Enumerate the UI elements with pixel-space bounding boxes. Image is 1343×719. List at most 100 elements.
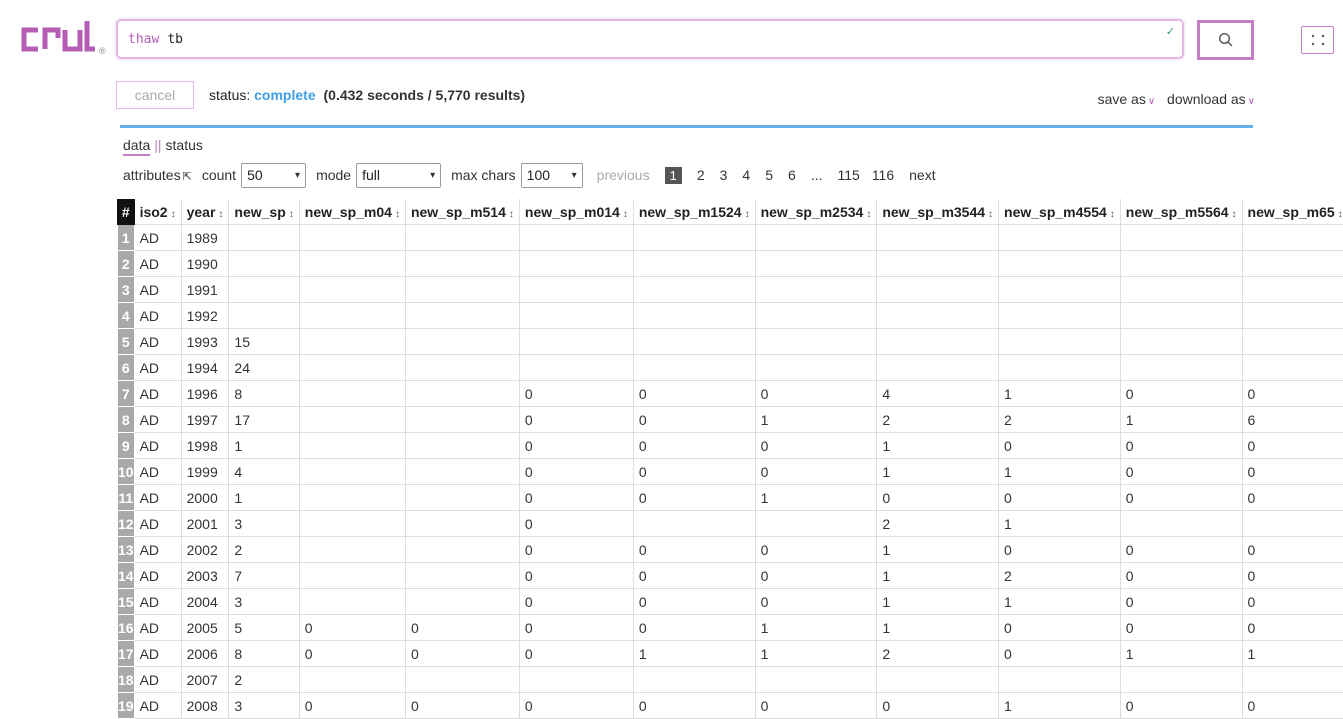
table-cell: 2004	[180, 588, 230, 615]
table-cell: 0	[754, 692, 878, 719]
column-header-new_sp_m514[interactable]: new_sp_m514 ↕	[404, 199, 520, 225]
table-cell: 0	[1241, 562, 1343, 589]
tab-data[interactable]: data	[123, 137, 151, 156]
column-header-new_sp_m5564[interactable]: new_sp_m5564 ↕	[1119, 199, 1243, 225]
sort-icon[interactable]: ↕	[1338, 209, 1343, 220]
column-header-new_sp_m4554[interactable]: new_sp_m4554 ↕	[998, 199, 1121, 225]
table-cell: 0	[632, 484, 756, 511]
table-cell	[632, 666, 756, 693]
sort-icon[interactable]: ↕	[623, 209, 628, 220]
column-header-new_sp_m1524[interactable]: new_sp_m1524 ↕	[632, 199, 756, 225]
table-cell	[1241, 250, 1343, 277]
table-cell: 1	[876, 458, 1000, 485]
download-as-label: download as	[1167, 91, 1246, 107]
column-header-new_sp_m014[interactable]: new_sp_m014 ↕	[518, 199, 634, 225]
table-cell	[518, 250, 634, 277]
table-cell: 2	[876, 640, 1000, 667]
table-cell	[632, 510, 756, 537]
table-cell	[632, 302, 756, 329]
table-cell	[404, 328, 520, 355]
page-link[interactable]: 115	[837, 167, 859, 183]
table-cell: 1	[754, 406, 878, 433]
table-cell: 1998	[180, 432, 230, 459]
column-header-new_sp_m65[interactable]: new_sp_m65 ↕	[1241, 199, 1343, 225]
sort-icon[interactable]: ↕	[289, 209, 294, 220]
page-link[interactable]: 5	[765, 167, 773, 183]
page-current[interactable]: 1	[664, 166, 682, 184]
table-controls: attributes ⇱ count 50 ▾ mode full ▾ max c…	[123, 162, 951, 188]
table-cell: 1994	[180, 354, 230, 381]
page-link[interactable]: 4	[742, 167, 750, 183]
mode-select[interactable]: full ▾	[356, 162, 442, 188]
page-link[interactable]: 116	[872, 167, 894, 183]
table-cell: 0	[518, 510, 634, 537]
sort-icon[interactable]: ↕	[509, 209, 514, 220]
table-cell	[632, 250, 756, 277]
table-cell: 0	[1241, 614, 1343, 641]
table-cell: 3	[228, 510, 300, 537]
sort-icon[interactable]: ↕	[218, 209, 223, 220]
sort-icon[interactable]: ↕	[988, 209, 993, 220]
sort-icon[interactable]: ↕	[745, 209, 750, 220]
crul-logo-mark	[21, 21, 95, 52]
search-button[interactable]	[1197, 20, 1254, 60]
count-select[interactable]: 50 ▾	[241, 162, 307, 188]
table-cell	[404, 224, 520, 251]
table-cell: 0	[1241, 380, 1343, 407]
cancel-button[interactable]: cancel	[116, 81, 194, 109]
table-cell: 2003	[180, 562, 230, 589]
column-header-new_sp_m04[interactable]: new_sp_m04 ↕	[298, 199, 406, 225]
page-link[interactable]: 6	[788, 167, 796, 183]
table-cell	[298, 536, 406, 563]
column-header-new_sp[interactable]: new_sp ↕	[228, 199, 300, 225]
column-header-iso2[interactable]: iso2 ↕	[133, 199, 182, 225]
sort-icon[interactable]: ↕	[1232, 209, 1237, 220]
table-cell	[298, 432, 406, 459]
table-cell	[298, 354, 406, 381]
sort-icon[interactable]: ↕	[171, 209, 176, 220]
row-index: 2	[117, 250, 135, 277]
attributes-toggle[interactable]: attributes ⇱	[123, 167, 202, 183]
sort-icon[interactable]: ↕	[1110, 209, 1115, 220]
table-row: 5 AD 1993 15	[117, 328, 1343, 355]
table-cell: 0	[1241, 536, 1343, 563]
table-cell: 1993	[180, 328, 230, 355]
table-row: 19AD200830000001000	[117, 692, 1343, 719]
fullscreen-button[interactable]	[1301, 26, 1334, 54]
table-cell: 4	[876, 380, 1000, 407]
max-chars-select[interactable]: 100 ▾	[520, 162, 583, 188]
tab-status[interactable]: status	[166, 137, 203, 153]
table-cell	[298, 328, 406, 355]
row-index: 1	[117, 224, 135, 251]
download-as-button[interactable]: download as ∨	[1167, 91, 1255, 107]
sort-icon[interactable]: ↕	[866, 209, 871, 220]
table-cell	[754, 224, 878, 251]
row-index: 12	[117, 510, 135, 537]
table-cell: 0	[632, 432, 756, 459]
previous-page-button[interactable]: previous	[597, 167, 650, 183]
table-cell	[298, 380, 406, 407]
table-cell: 2005	[180, 614, 230, 641]
table-cell	[298, 510, 406, 537]
table-cell	[754, 666, 878, 693]
page-link[interactable]: 3	[720, 167, 728, 183]
column-header-new_sp_m2534[interactable]: new_sp_m2534 ↕	[754, 199, 878, 225]
table-cell	[518, 328, 634, 355]
table-cell: AD	[133, 380, 182, 407]
table-row: 9 AD 1998 1 0 0 0 1 0 0 0	[117, 432, 1343, 459]
save-as-button[interactable]: save as ∨	[1098, 91, 1156, 107]
table-row: 15 AD 2004 3 0 0 0 1 1 0 0	[117, 588, 1343, 615]
query-input[interactable]: thaw tb ✓	[116, 19, 1184, 59]
column-header-year[interactable]: year ↕	[180, 199, 230, 225]
column-header-new_sp_m3544[interactable]: new_sp_m3544 ↕	[876, 199, 1000, 225]
table-cell: 24	[228, 354, 300, 381]
table-cell: 0	[632, 380, 756, 407]
sort-icon[interactable]: ↕	[395, 209, 400, 220]
row-index: 10	[117, 458, 135, 485]
count-value: 50	[247, 167, 263, 183]
table-cell	[518, 666, 634, 693]
next-page-button[interactable]: next	[909, 167, 935, 183]
chevron-down-icon: ▾	[571, 169, 577, 181]
page-link[interactable]: 2	[697, 167, 705, 183]
table-cell: 0	[1241, 692, 1343, 719]
